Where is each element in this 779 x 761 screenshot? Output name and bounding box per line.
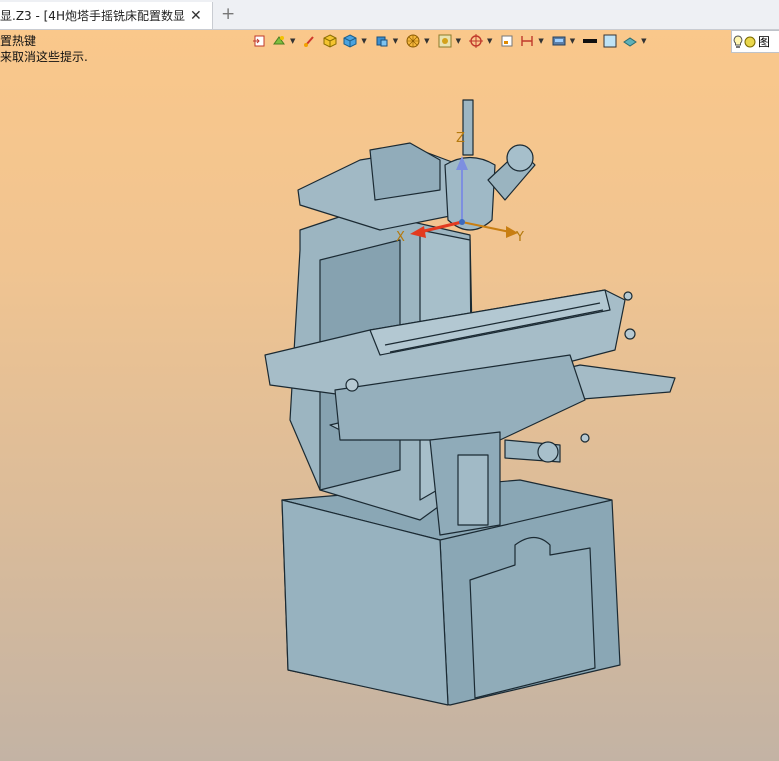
paint-icon[interactable] (270, 32, 288, 50)
tab-bar: 显.Z3 - [4H炮塔手摇铣床配置数显] ✕ + (0, 0, 779, 30)
color-black-icon[interactable] (581, 32, 599, 50)
box-icon[interactable] (341, 32, 359, 50)
cube-icon[interactable] (321, 32, 339, 50)
milling-machine-model (264, 99, 676, 706)
hint-text-1: 置热键 (0, 34, 37, 48)
sphere-wire-icon[interactable] (404, 32, 422, 50)
frame-icon[interactable] (436, 32, 454, 50)
box-dropdown-arrow[interactable]: ▼ (361, 37, 366, 45)
target-icon[interactable] (467, 32, 485, 50)
tab-title: 显.Z3 - [4H炮塔手摇铣床配置数显] (0, 9, 186, 23)
import-icon[interactable] (250, 32, 268, 50)
z-axis-label: Z (456, 131, 465, 146)
layers-icon[interactable] (550, 32, 568, 50)
plane-icon[interactable] (621, 32, 639, 50)
3d-viewport[interactable]: Z X Y (0, 60, 779, 761)
plane-dropdown-arrow[interactable]: ▼ (641, 37, 646, 45)
sun-icon (744, 36, 756, 47)
dimension-icon[interactable] (518, 32, 536, 50)
layers-dropdown-arrow[interactable]: ▼ (570, 37, 575, 45)
right-label: 图 (758, 35, 771, 49)
dimension-dropdown-arrow[interactable]: ▼ (538, 37, 543, 45)
y-axis-label: Y (515, 230, 524, 245)
x-axis-label: X (396, 230, 405, 245)
target-dropdown-arrow[interactable]: ▼ (487, 37, 492, 45)
color-light-icon[interactable] (601, 32, 619, 50)
bulb-icon (733, 34, 743, 48)
solid-icon[interactable] (373, 32, 391, 50)
sphere-dropdown-arrow[interactable]: ▼ (424, 37, 429, 45)
solid-dropdown-arrow[interactable]: ▼ (393, 37, 398, 45)
close-icon[interactable]: ✕ (190, 8, 202, 24)
lighting-control[interactable]: 图 (731, 30, 779, 53)
brush-icon[interactable] (301, 32, 319, 50)
panel-icon[interactable] (498, 32, 516, 50)
view-toolbar: ▼ ▼ ▼ ▼ ▼ ▼ ▼ ▼ ▼ (250, 30, 653, 52)
paint-dropdown-arrow[interactable]: ▼ (290, 37, 295, 45)
document-tab[interactable]: 显.Z3 - [4H炮塔手摇铣床配置数显] ✕ (0, 2, 213, 29)
frame-dropdown-arrow[interactable]: ▼ (456, 37, 461, 45)
new-tab-button[interactable]: + (221, 4, 235, 24)
